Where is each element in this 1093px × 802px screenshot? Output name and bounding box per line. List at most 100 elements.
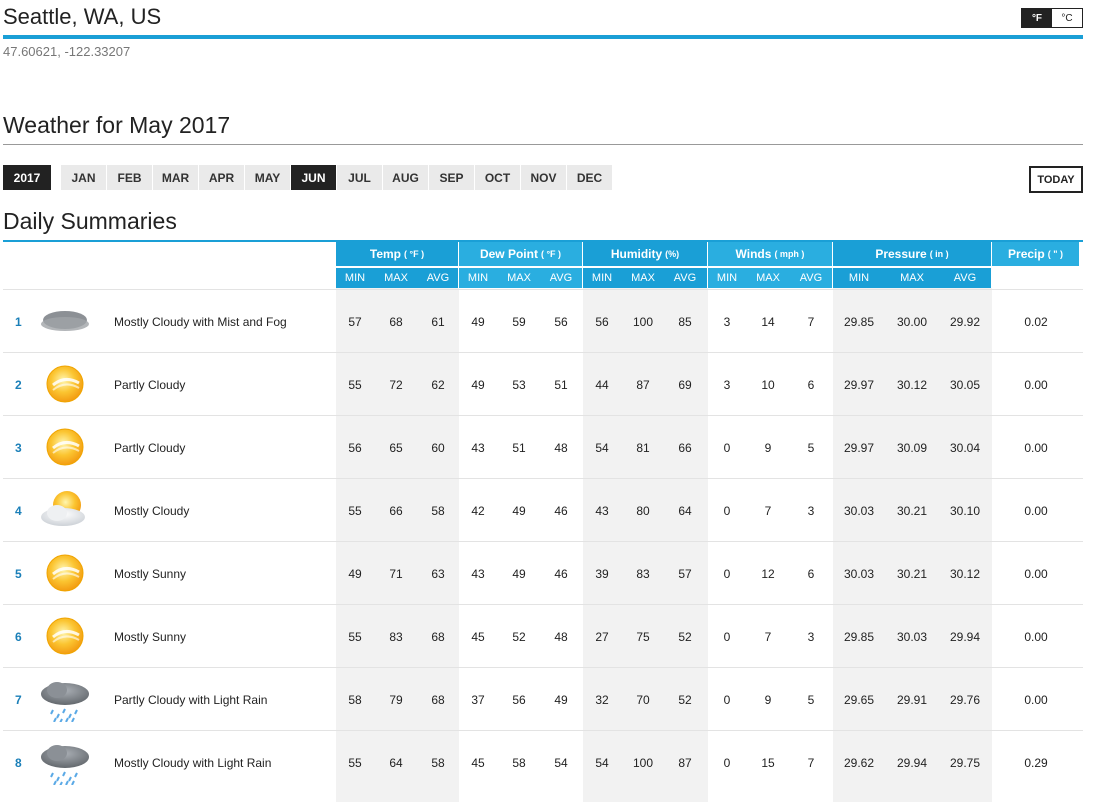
cell-pressure-avg: 30.10 xyxy=(949,503,981,518)
today-button[interactable]: TODAY xyxy=(1029,166,1083,193)
header-humidity-unit: (%) xyxy=(665,249,680,259)
header-pressure-unit: ( in ) xyxy=(929,249,949,259)
partly-cloudy-icon xyxy=(39,426,91,468)
month-jun[interactable]: JUN xyxy=(291,165,336,190)
day-link[interactable]: 4 xyxy=(15,479,22,542)
cell-pressure-avg: 29.92 xyxy=(949,314,981,329)
cell-pressure-avg: 30.12 xyxy=(949,566,981,581)
cell-precip: 0.00 xyxy=(1024,377,1048,392)
subheader-min: MIN xyxy=(848,272,870,284)
table-row: 4 Mostly Cloudy 55 66 58 42 49 46 43 80 64 0 7 3 30.03… xyxy=(3,478,1083,541)
condition-text: Partly Cloudy with Light Rain xyxy=(114,692,268,707)
header-precip: Precip( " ) xyxy=(992,242,1079,266)
month-aug[interactable]: AUG xyxy=(383,165,428,190)
month-jul[interactable]: JUL xyxy=(337,165,382,190)
header-pressure-label: Pressure xyxy=(875,247,927,261)
subheader-min: MIN xyxy=(716,272,738,284)
header-dew-point: Dew Point( °F ) xyxy=(459,242,582,266)
cell-precip: 0.00 xyxy=(1024,629,1048,644)
month-may[interactable]: MAY xyxy=(245,165,290,190)
cell-precip: 0.29 xyxy=(1024,755,1048,770)
cell-pressure-max: 29.91 xyxy=(896,692,928,707)
day-link[interactable]: 1 xyxy=(15,290,22,353)
header-precip-label: Precip xyxy=(1008,247,1045,261)
cell-precip: 0.02 xyxy=(1024,314,1048,329)
month-mar[interactable]: MAR xyxy=(153,165,198,190)
header-temp-unit: ( °F ) xyxy=(404,249,425,259)
cell-wind-avg: 6 xyxy=(807,377,815,392)
table-row: 8 Mostly Cloudy with Light Rain 55 64 58 45 58… xyxy=(3,730,1083,793)
heading-rule xyxy=(3,144,1083,145)
table-row: 1 Mostly Cloudy with Mist and Fog 57 68 61 49… xyxy=(3,289,1083,352)
header-winds-label: Winds xyxy=(735,247,772,261)
cell-pressure-min: 30.03 xyxy=(843,566,875,581)
cell-pressure-avg: 30.05 xyxy=(949,377,981,392)
cell-wind-avg: 7 xyxy=(807,755,815,770)
cell-pressure-max: 30.12 xyxy=(896,377,928,392)
subheader-avg: AVG xyxy=(673,272,697,284)
cell-pressure-min: 29.97 xyxy=(843,377,875,392)
daily-summaries-table: Temp( °F ) Dew Point( °F ) Humidity (%) Wind… xyxy=(3,242,1083,802)
cell-pressure-max: 29.94 xyxy=(896,755,928,770)
mostly-cloudy-icon xyxy=(39,489,91,531)
header-dew-point-label: Dew Point xyxy=(479,247,538,261)
day-link[interactable]: 5 xyxy=(15,542,22,605)
condition-text: Mostly Sunny xyxy=(114,566,187,581)
cell-pressure-max: 30.21 xyxy=(896,566,928,581)
day-link[interactable]: 3 xyxy=(15,416,22,479)
cell-precip: 0.00 xyxy=(1024,503,1048,518)
cell-wind-avg: 3 xyxy=(807,629,815,644)
cell-precip: 0.00 xyxy=(1024,440,1048,455)
header-winds-unit: ( mph ) xyxy=(774,249,805,259)
table-row: 5 Mostly Sunny 49 71 63 43 49 46 39 83 57 0 12 6 30.03… xyxy=(3,541,1083,604)
day-link[interactable]: 7 xyxy=(15,668,22,731)
day-link[interactable]: 8 xyxy=(15,731,22,794)
month-apr[interactable]: APR xyxy=(199,165,244,190)
title-rule xyxy=(3,35,1083,39)
light-rain-icon xyxy=(39,678,91,724)
subheader-avg: AVG xyxy=(953,272,977,284)
month-jan[interactable]: JAN xyxy=(61,165,106,190)
header-humidity: Humidity (%) xyxy=(583,242,707,266)
subheader-min: MIN xyxy=(344,272,366,284)
month-sep[interactable]: SEP xyxy=(429,165,474,190)
cell-pressure-max: 30.03 xyxy=(896,629,928,644)
daily-summaries-title: Daily Summaries xyxy=(3,208,177,234)
month-nav: JAN FEB MAR APR MAY JUN JUL AUG SEP OCT NOV DEC xyxy=(61,165,612,190)
fahrenheit-button[interactable]: °F xyxy=(1022,9,1052,27)
year-selector[interactable]: 2017 xyxy=(3,165,51,190)
month-dec[interactable]: DEC xyxy=(567,165,612,190)
subheader-max: MAX xyxy=(631,272,655,284)
month-nov[interactable]: NOV xyxy=(521,165,566,190)
cell-pressure-avg: 29.76 xyxy=(949,692,981,707)
condition-text: Mostly Sunny xyxy=(114,629,187,644)
subheader-avg: AVG xyxy=(799,272,823,284)
unit-toggle[interactable]: °F °C xyxy=(1021,8,1083,28)
cell-pressure-avg: 30.04 xyxy=(949,440,981,455)
subheader-max: MAX xyxy=(900,272,924,284)
cell-precip: 0.00 xyxy=(1024,566,1048,581)
cell-pressure-max: 30.21 xyxy=(896,503,928,518)
subheader-min: MIN xyxy=(467,272,489,284)
fog-icon xyxy=(39,300,91,342)
celsius-button[interactable]: °C xyxy=(1052,9,1082,27)
header-temp-label: Temp xyxy=(369,247,402,261)
header-pressure: Pressure( in ) xyxy=(833,242,991,266)
condition-text: Partly Cloudy xyxy=(114,377,186,392)
month-oct[interactable]: OCT xyxy=(475,165,520,190)
subheader-avg: AVG xyxy=(426,272,450,284)
condition-text: Mostly Cloudy with Light Rain xyxy=(114,755,272,770)
header-temp: Temp( °F ) xyxy=(336,242,458,266)
cell-pressure-avg: 29.75 xyxy=(949,755,981,770)
header-winds: Winds( mph ) xyxy=(708,242,832,266)
condition-text: Partly Cloudy xyxy=(114,440,186,455)
subheader-max: MAX xyxy=(507,272,531,284)
day-link[interactable]: 6 xyxy=(15,605,22,668)
cell-precip: 0.00 xyxy=(1024,692,1048,707)
condition-text: Mostly Cloudy xyxy=(114,503,190,518)
subheader-max: MAX xyxy=(756,272,780,284)
cell-wind-avg: 5 xyxy=(807,692,815,707)
day-link[interactable]: 2 xyxy=(15,353,22,416)
cell-pressure-min: 29.65 xyxy=(843,692,875,707)
month-feb[interactable]: FEB xyxy=(107,165,152,190)
